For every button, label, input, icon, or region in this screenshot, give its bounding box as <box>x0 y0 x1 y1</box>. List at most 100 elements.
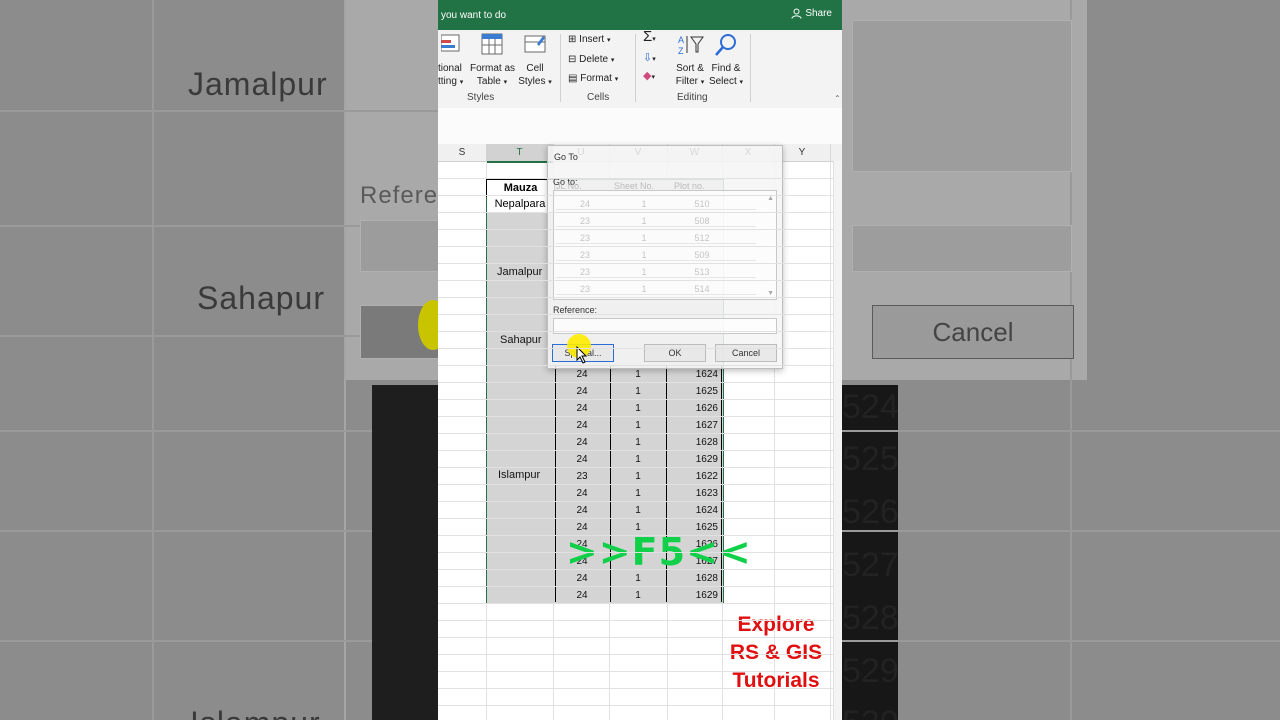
cell-styles-icon[interactable] <box>523 32 547 60</box>
blurred-background-left: Jamalpur Refere Sahapur Islampur <box>0 0 438 720</box>
conditional-formatting-icon[interactable] <box>438 32 466 52</box>
bg-number: 528 <box>842 599 899 637</box>
list-header-sheet: Sheet No. <box>614 181 655 191</box>
goto-list-cell: 1 <box>641 250 647 260</box>
cancel-button[interactable]: Cancel <box>715 344 777 362</box>
row-gridline <box>438 314 834 315</box>
format-as-table-button[interactable]: Format as Table ▾ <box>470 62 515 89</box>
data-cell[interactable]: 1 <box>610 468 666 485</box>
vertical-scrollbar[interactable] <box>833 161 842 720</box>
channel-branding: Explore RS & GIS Tutorials <box>720 611 832 695</box>
row-gridline <box>438 637 834 638</box>
data-cell[interactable]: 1 <box>610 502 666 519</box>
find-select-button[interactable]: Find & Select ▾ <box>708 62 744 89</box>
sort-filter-icon[interactable]: AZ <box>678 33 704 61</box>
row-gridline <box>438 467 834 468</box>
bg-label-reference: Refere <box>360 182 438 209</box>
goto-list-row[interactable]: 23 1 513 <box>556 267 756 278</box>
scroll-down-icon[interactable]: ▼ <box>767 290 774 297</box>
column-header-s[interactable]: S <box>438 144 487 161</box>
row-gridline <box>438 671 834 672</box>
user-icon <box>791 8 802 19</box>
data-cell[interactable]: 24 <box>553 587 611 604</box>
row-gridline <box>438 331 834 332</box>
brand-line: Explore <box>737 613 815 636</box>
data-cell[interactable]: 23 <box>553 468 611 485</box>
data-cell[interactable]: 1624 <box>666 502 718 519</box>
data-cell[interactable]: 1 <box>610 587 666 604</box>
fill-icon[interactable]: ⇩▾ <box>643 52 656 66</box>
brand-line: RS & GIS <box>729 641 823 664</box>
row-gridline <box>438 654 834 655</box>
sort-filter-button[interactable]: Sort & Filter ▾ <box>673 62 707 89</box>
data-cell[interactable]: 1622 <box>666 468 718 485</box>
data-cell[interactable]: 24 <box>553 383 611 400</box>
goto-list-row[interactable]: 23 1 514 <box>556 284 756 295</box>
data-cell[interactable]: 1 <box>610 485 666 502</box>
goto-list-cell: 508 <box>694 216 710 226</box>
data-cell[interactable]: 24 <box>553 417 611 434</box>
conditional-formatting-button[interactable]: tional tting ▾ <box>438 62 463 89</box>
data-cell[interactable]: 1 <box>610 417 666 434</box>
data-cell[interactable]: 1626 <box>666 400 718 417</box>
data-cell[interactable]: 24 <box>553 502 611 519</box>
goto-list-cell: 1 <box>641 284 647 294</box>
row-gridline <box>438 178 834 179</box>
data-cell[interactable]: 1629 <box>666 451 718 468</box>
share-button[interactable]: Share <box>791 8 832 19</box>
tell-me-box[interactable]: you want to do <box>441 10 506 21</box>
data-cell[interactable]: 24 <box>553 434 611 451</box>
data-cell[interactable]: 1628 <box>666 434 718 451</box>
cell-styles-button[interactable]: Cell Styles ▾ <box>516 62 554 89</box>
find-select-icon[interactable] <box>713 33 739 61</box>
data-cell[interactable]: 1 <box>610 383 666 400</box>
bg-label-sahapur: Sahapur <box>197 280 325 316</box>
goto-list[interactable]: JL No. Sheet No. Plot no. 24 1 510 23 1 508 23… <box>553 181 777 300</box>
data-cell[interactable]: 1627 <box>666 417 718 434</box>
mauza-cell-nepalpara[interactable]: Nepalpara <box>487 196 553 213</box>
mauza-cell-jamalpur[interactable]: Jamalpur <box>497 266 542 278</box>
collapse-ribbon-icon[interactable]: ⌃ <box>834 92 841 105</box>
data-cell[interactable]: 1623 <box>666 485 718 502</box>
editing-group-label: Editing <box>677 92 708 103</box>
row-gridline <box>438 518 834 519</box>
row-gridline <box>438 246 834 247</box>
goto-list-cell: 23 <box>579 267 590 277</box>
goto-list-row[interactable]: 24 1 510 <box>556 199 756 210</box>
bg-number: 526 <box>842 493 899 531</box>
format-button[interactable]: ▤ Format ▾ <box>568 72 618 86</box>
data-cell[interactable]: 24 <box>553 400 611 417</box>
goto-list-row[interactable]: 23 1 512 <box>556 233 756 244</box>
row-gridline <box>438 586 834 587</box>
mauza-cell-sahapur[interactable]: Sahapur <box>500 334 542 346</box>
data-cell[interactable]: 1629 <box>666 587 718 604</box>
list-header-plot: Plot no. <box>674 181 705 191</box>
svg-text:A: A <box>678 35 684 45</box>
autosum-icon[interactable]: Σ▾ <box>643 29 656 46</box>
mauza-cell-islampur[interactable]: Islampur <box>498 469 540 481</box>
data-cell[interactable]: 24 <box>553 451 611 468</box>
share-label: Share <box>805 8 832 19</box>
goto-list-row[interactable]: 23 1 508 <box>556 216 756 227</box>
delete-button[interactable]: ⊟ Delete ▾ <box>568 53 614 67</box>
cells-group-label: Cells <box>587 92 610 103</box>
data-cell[interactable]: 1625 <box>666 383 718 400</box>
row-gridline <box>438 348 834 349</box>
data-cell[interactable]: 1 <box>610 400 666 417</box>
bg-number: 525 <box>842 440 899 478</box>
insert-button[interactable]: ⊞ Insert ▾ <box>568 33 610 47</box>
format-as-table-icon[interactable] <box>480 32 504 60</box>
row-gridline <box>438 603 834 604</box>
row-gridline <box>438 484 834 485</box>
data-cell[interactable]: 1 <box>610 434 666 451</box>
row-gridline <box>438 705 834 706</box>
delete-icon: ⊟ <box>568 54 577 65</box>
data-cell[interactable]: 1 <box>610 451 666 468</box>
clear-icon[interactable]: ◆▾ <box>643 70 655 84</box>
data-cell[interactable]: 24 <box>553 485 611 502</box>
ok-button[interactable]: OK <box>644 344 706 362</box>
scroll-up-icon[interactable]: ▲ <box>767 195 774 202</box>
goto-list-row[interactable]: 23 1 509 <box>556 250 756 261</box>
row-gridline <box>438 416 834 417</box>
video-frame: Jamalpur Refere Sahapur Islampur Cancel … <box>0 0 1280 720</box>
